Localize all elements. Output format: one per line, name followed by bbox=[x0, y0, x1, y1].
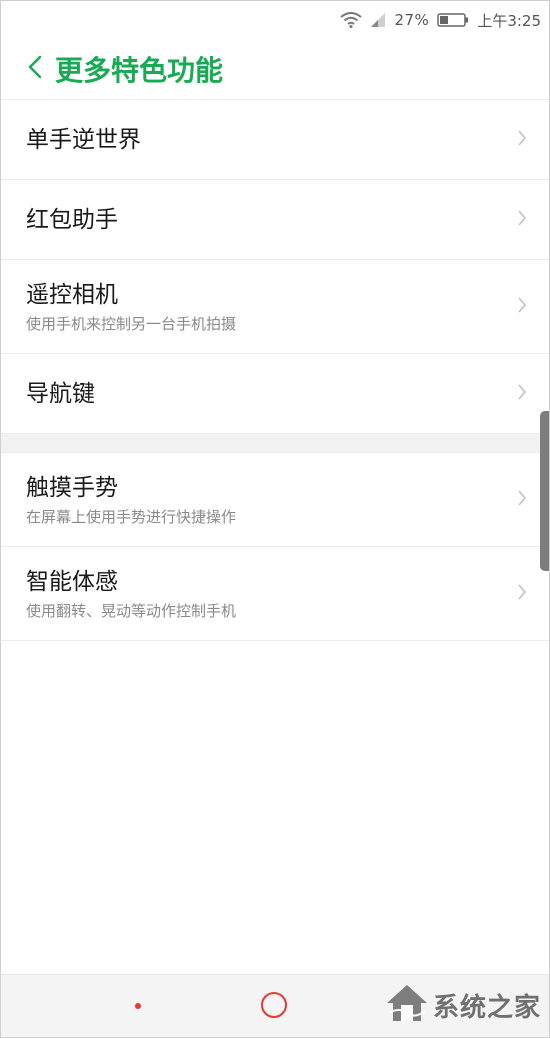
screen: 27% 上午3:25 更多特色功能 单手逆世界 红包助手 遥控相机 使用手机来控… bbox=[0, 0, 550, 1038]
watermark: 系统之家 bbox=[385, 983, 541, 1027]
chevron-right-icon bbox=[517, 489, 527, 511]
list-item-title: 红包助手 bbox=[26, 206, 118, 233]
list-item-touch-gestures[interactable]: 触摸手势 在屏幕上使用手势进行快捷操作 bbox=[1, 453, 549, 547]
list-item-one-hand[interactable]: 单手逆世界 bbox=[1, 100, 549, 180]
dot-icon[interactable] bbox=[135, 1003, 141, 1009]
battery-icon bbox=[437, 12, 469, 28]
chevron-right-icon bbox=[517, 129, 527, 151]
home-circle-icon[interactable] bbox=[261, 992, 287, 1018]
list-item-title: 遥控相机 bbox=[26, 281, 118, 308]
section-divider bbox=[1, 434, 549, 453]
list-item-title: 导航键 bbox=[26, 380, 95, 407]
list-item-subtitle: 在屏幕上使用手势进行快捷操作 bbox=[26, 507, 237, 526]
house-logo-icon bbox=[385, 983, 429, 1027]
app-header: 更多特色功能 bbox=[1, 39, 549, 100]
wifi-icon bbox=[340, 12, 363, 28]
list-item-red-packet[interactable]: 红包助手 bbox=[1, 180, 549, 260]
watermark-text: 系统之家 bbox=[432, 992, 541, 1023]
list-item-subtitle: 使用翻转、晃动等动作控制手机 bbox=[26, 601, 237, 620]
list-item-title: 触摸手势 bbox=[26, 474, 118, 501]
list-item-subtitle: 使用手机来控制另一台手机拍摄 bbox=[26, 314, 237, 333]
list-item-remote-camera[interactable]: 遥控相机 使用手机来控制另一台手机拍摄 bbox=[1, 260, 549, 354]
clock: 上午3:25 bbox=[477, 11, 541, 30]
chevron-left-icon bbox=[27, 54, 43, 84]
list-item-smart-motion[interactable]: 智能体感 使用翻转、晃动等动作控制手机 bbox=[1, 547, 549, 641]
list-item-title: 智能体感 bbox=[26, 568, 118, 595]
chevron-right-icon bbox=[517, 296, 527, 318]
settings-list: 单手逆世界 红包助手 遥控相机 使用手机来控制另一台手机拍摄 导航键 触摸手势 … bbox=[1, 100, 549, 641]
back-button[interactable] bbox=[15, 45, 55, 93]
list-item-title: 单手逆世界 bbox=[26, 126, 141, 153]
navigation-bar: 系统之家 bbox=[1, 974, 549, 1037]
chevron-right-icon bbox=[517, 383, 527, 405]
list-item-nav-keys[interactable]: 导航键 bbox=[1, 354, 549, 434]
page-title: 更多特色功能 bbox=[55, 54, 224, 87]
signal-icon bbox=[370, 12, 386, 28]
battery-percent: 27% bbox=[394, 11, 430, 29]
edge-handle[interactable] bbox=[540, 411, 549, 571]
status-bar: 27% 上午3:25 bbox=[1, 1, 549, 39]
chevron-right-icon bbox=[517, 209, 527, 231]
chevron-right-icon bbox=[517, 583, 527, 605]
